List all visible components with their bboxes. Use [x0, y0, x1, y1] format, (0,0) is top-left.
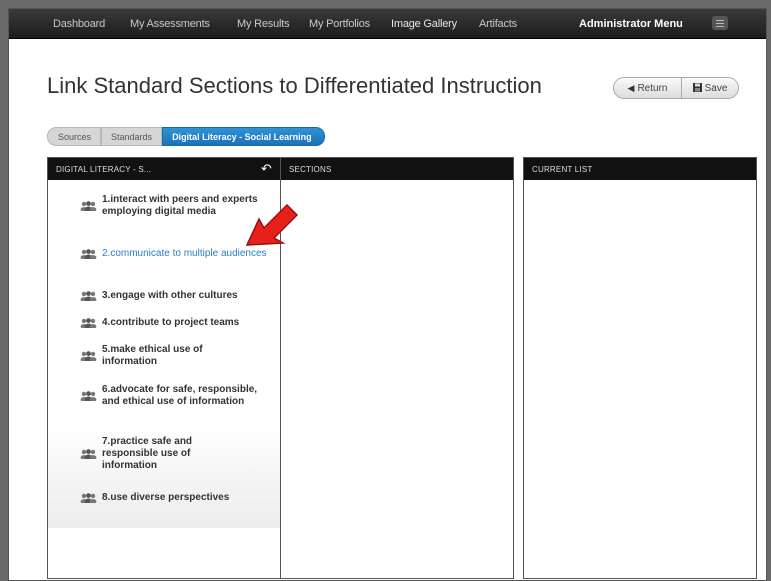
- list-item-label: 2.communicate to multiple audiences: [102, 248, 267, 259]
- top-navigation-bar: Dashboard My Assessments My Results My P…: [9, 9, 766, 39]
- return-button[interactable]: ◀ Return: [614, 78, 682, 98]
- breadcrumb-standards[interactable]: Standards: [101, 127, 163, 146]
- nav-image-gallery[interactable]: Image Gallery: [391, 18, 457, 30]
- current-list-panel: CURRENT LIST: [523, 157, 757, 579]
- list-item[interactable]: 1.interact with peers and experts employ…: [78, 194, 268, 218]
- group-icon: [78, 201, 98, 211]
- list-item[interactable]: 2.communicate to multiple audiences: [78, 248, 268, 260]
- list-item-label: 6.advocate for safe, responsible, and et…: [102, 384, 258, 407]
- list-item[interactable]: 5.make ethical use of information: [78, 344, 268, 368]
- group-icon: [78, 291, 98, 301]
- nav-dashboard[interactable]: Dashboard: [53, 18, 105, 30]
- list-item-label: 5.make ethical use of information: [102, 344, 203, 367]
- group-icon: [78, 351, 98, 361]
- save-label: Save: [704, 82, 728, 94]
- sections-panel: SECTIONS: [280, 157, 514, 579]
- nav-my-assessments[interactable]: My Assessments: [130, 18, 210, 30]
- page-title: Link Standard Sections to Differentiated…: [47, 73, 542, 98]
- list-item[interactable]: 3.engage with other cultures: [78, 290, 268, 302]
- group-icon: [78, 318, 98, 328]
- sections-panel-title: SECTIONS: [289, 164, 332, 174]
- save-button[interactable]: Save: [682, 78, 738, 98]
- nav-artifacts[interactable]: Artifacts: [479, 18, 517, 30]
- list-item[interactable]: 7.practice safe and responsible use of i…: [78, 436, 268, 472]
- list-item[interactable]: 8.use diverse perspectives: [78, 492, 268, 504]
- action-button-group: ◀ Return Save: [613, 77, 739, 99]
- list-item[interactable]: 4.contribute to project teams: [78, 317, 268, 329]
- app-window: Dashboard My Assessments My Results My P…: [8, 8, 767, 581]
- group-icon: [78, 249, 98, 259]
- list-item-label: 1.interact with peers and experts employ…: [102, 194, 258, 217]
- nav-my-portfolios[interactable]: My Portfolios: [309, 18, 370, 30]
- sections-panel-header: SECTIONS: [281, 158, 513, 180]
- list-item-label: 4.contribute to project teams: [102, 317, 240, 328]
- list-item[interactable]: 6.advocate for safe, responsible, and et…: [78, 384, 268, 408]
- administrator-menu[interactable]: Administrator Menu: [579, 18, 683, 30]
- list-item-label: 7.practice safe and responsible use of i…: [102, 436, 193, 471]
- list-item-label: 8.use diverse perspectives: [102, 492, 230, 503]
- floppy-disk-icon: [692, 82, 702, 94]
- nav-my-results[interactable]: My Results: [237, 18, 290, 30]
- breadcrumb-sources[interactable]: Sources: [47, 127, 102, 146]
- group-icon: [78, 391, 98, 401]
- list-item-label: 3.engage with other cultures: [102, 290, 238, 301]
- menu-icon[interactable]: [712, 16, 728, 30]
- standards-panel-header: DIGITAL LITERACY - S... ↶: [48, 158, 280, 180]
- breadcrumb: Sources Standards Digital Literacy - Soc…: [47, 127, 325, 146]
- current-list-panel-header: CURRENT LIST: [524, 158, 756, 180]
- arrow-left-icon: ◀: [627, 82, 635, 93]
- group-icon: [78, 493, 98, 503]
- red-arrow-icon: [245, 203, 299, 246]
- group-icon: [78, 449, 98, 459]
- breadcrumb-current[interactable]: Digital Literacy - Social Learning: [162, 127, 325, 146]
- return-label: Return: [637, 82, 668, 94]
- standards-panel-title: DIGITAL LITERACY - S...: [56, 164, 152, 174]
- current-list-panel-title: CURRENT LIST: [532, 164, 593, 174]
- undo-icon[interactable]: ↶: [261, 161, 272, 177]
